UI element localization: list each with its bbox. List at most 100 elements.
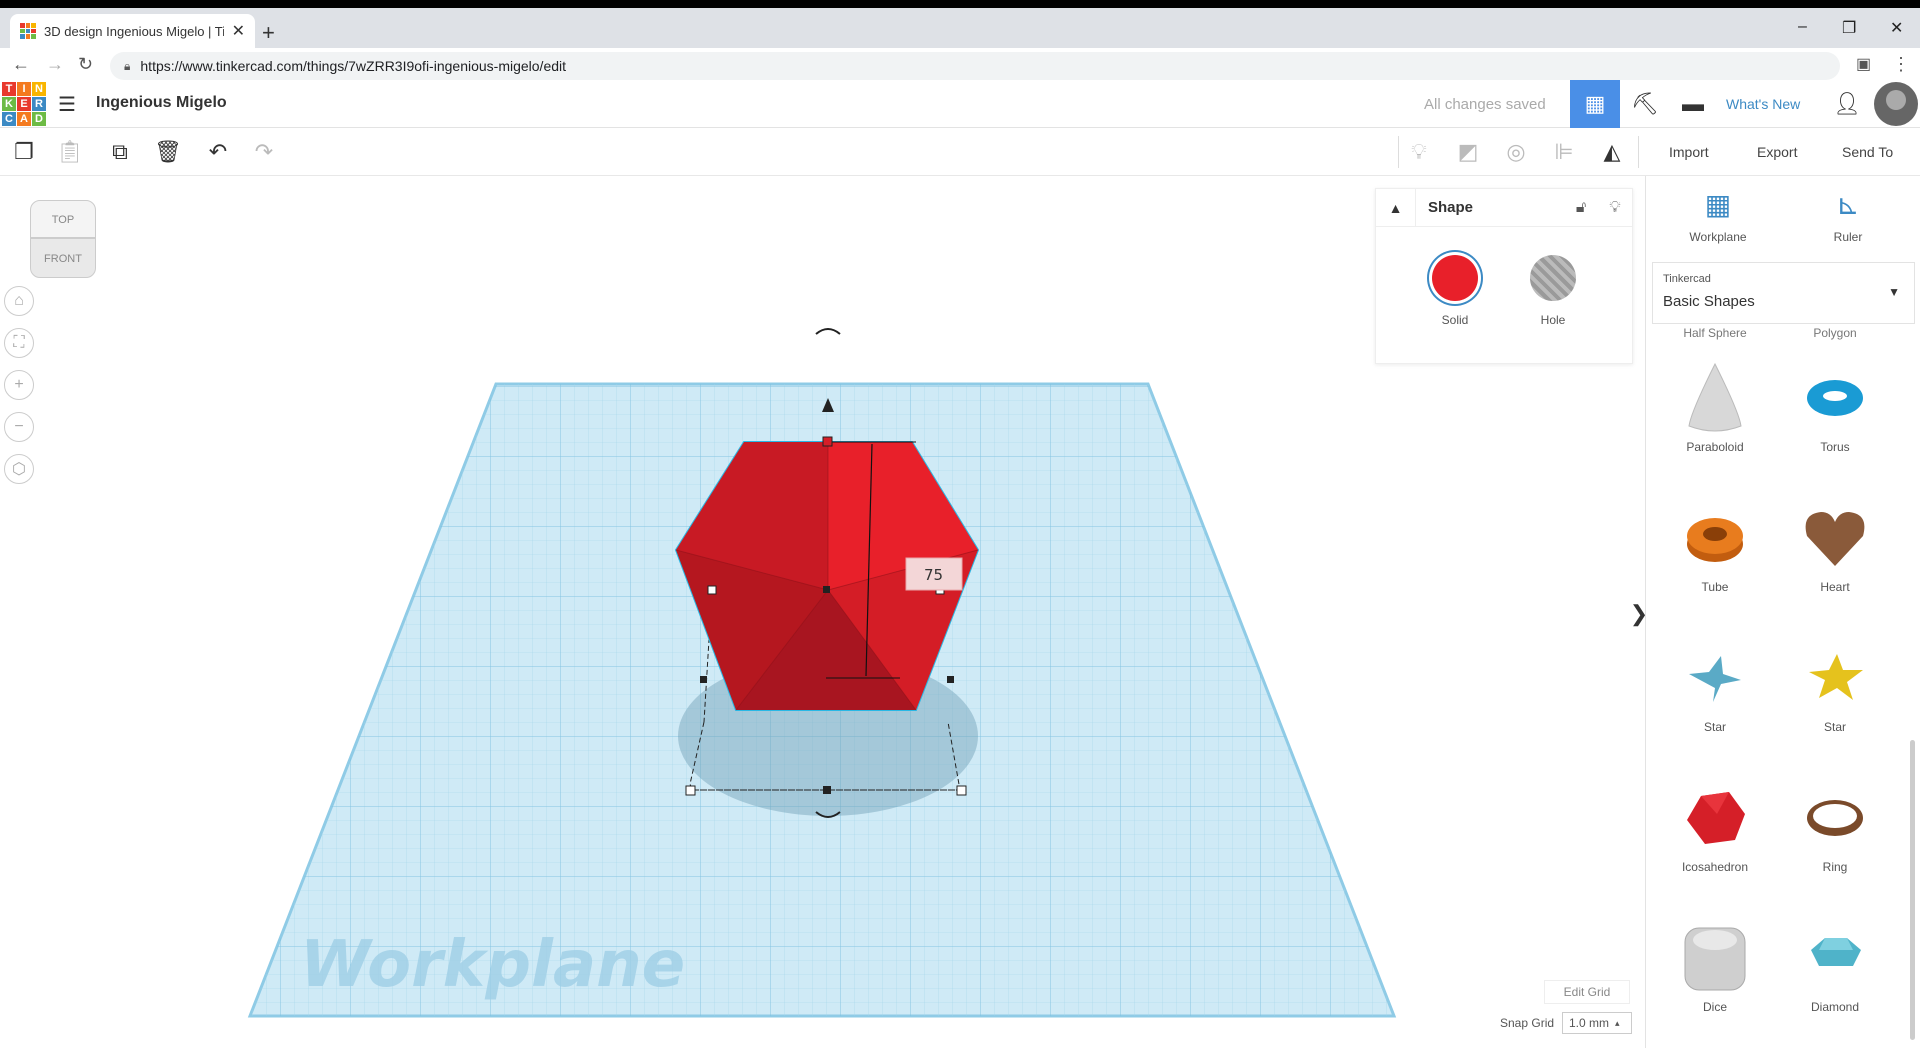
snap-grid-value: 1.0 mm (1569, 1016, 1610, 1030)
3d-view-button[interactable]: ▦ (1570, 80, 1620, 128)
tinkercad-logo[interactable]: T I N K E R C A D (2, 82, 46, 126)
delete-icon[interactable]: 🗑︎ (152, 136, 184, 168)
shape-grid: Half Sphere Polygon Paraboloid Torus Tub… (1646, 326, 1920, 1048)
extension-icon[interactable]: ▣ (1856, 54, 1871, 74)
workplane-icon: ▦ (1704, 189, 1732, 220)
tab-close-icon[interactable]: ✕ (232, 21, 245, 41)
note-icon[interactable]: 💡︎ (1403, 136, 1435, 168)
mirror-icon[interactable]: ◭ (1596, 136, 1628, 168)
workplane-watermark: Workplane (300, 928, 685, 1002)
shape-star-yellow[interactable]: Star (1775, 606, 1895, 746)
bricks-button[interactable]: ▬ (1668, 80, 1718, 128)
shape-icosahedron[interactable]: Icosahedron (1655, 746, 1775, 886)
workplane-tool[interactable]: ▦ Workplane (1668, 188, 1768, 244)
shape-tube[interactable]: Tube (1655, 466, 1775, 606)
design-list-icon[interactable]: ☰ (58, 92, 80, 116)
browser-menu-icon[interactable]: ⋮ (1892, 54, 1910, 75)
tube-icon (1687, 518, 1743, 562)
hole-swatch[interactable] (1530, 255, 1576, 301)
panel-toggle-chevron-icon[interactable]: ❯ (1630, 592, 1648, 636)
shape-label: Heart (1820, 580, 1850, 594)
side-handle-left (700, 676, 707, 683)
align-icon[interactable]: ⊫ (1548, 136, 1580, 168)
star-icon (1809, 654, 1863, 700)
rotate-top-icon (815, 328, 841, 335)
shapes-panel: ▦ Workplane ⊾ Ruler Tinkercad Basic Shap… (1645, 176, 1920, 1048)
logo-letter: T (2, 82, 16, 96)
shape-paraboloid[interactable]: Paraboloid (1655, 326, 1775, 466)
dimension-input-value: 75 (924, 566, 943, 584)
save-status: All changes saved (1424, 96, 1546, 113)
avatar[interactable] (1874, 82, 1918, 126)
forward-arrow-icon[interactable]: → (46, 54, 64, 75)
shape-diamond[interactable]: Diamond (1775, 886, 1895, 1026)
side-handle-right (947, 676, 954, 683)
corner-handle-bl (685, 785, 696, 796)
ring-icon (1807, 800, 1863, 836)
front-handle (823, 786, 831, 794)
browser-tab[interactable]: 3D design Ingenious Migelo | Tin ✕ (10, 14, 255, 48)
screen-top-edge (0, 0, 1920, 8)
workplane-tool-label: Workplane (1689, 230, 1747, 244)
shape-torus[interactable]: Torus (1775, 326, 1895, 466)
snap-grid-label: Snap Grid (1500, 1016, 1555, 1030)
new-tab-button[interactable]: + (262, 20, 275, 46)
design-title[interactable]: Ingenious Migelo (96, 94, 227, 112)
logo-letter: R (32, 97, 46, 111)
library-source: Tinkercad (1663, 273, 1711, 285)
url-field[interactable]: 🔒︎ https://www.tinkercad.com/things/7wZR… (110, 52, 1840, 80)
reload-icon[interactable]: ↻ (78, 54, 93, 75)
edit-grid-button[interactable]: Edit Grid (1544, 980, 1630, 1004)
panel-scrollbar[interactable] (1910, 740, 1915, 1040)
shape-label: Icosahedron (1681, 860, 1749, 874)
left-handle (707, 585, 717, 595)
group-icon[interactable]: ◩ (1452, 136, 1484, 168)
back-arrow-icon[interactable]: ← (12, 54, 30, 75)
toolbar-divider (1398, 136, 1399, 168)
shape-dice[interactable]: Dice (1655, 886, 1775, 1026)
invite-user-button[interactable]: 👤︎ (1822, 80, 1872, 128)
dice-icon (1684, 927, 1746, 991)
tab-title: 3D design Ingenious Migelo | Tin (44, 23, 224, 39)
tinkercad-favicon-icon (20, 23, 36, 39)
ruler-tool[interactable]: ⊾ Ruler (1798, 188, 1898, 244)
app-header: T I N K E R C A D ☰ Ingenious Migelo All… (0, 80, 1920, 128)
center-handle (823, 586, 830, 593)
solid-swatch[interactable] (1432, 255, 1478, 301)
close-window-button[interactable]: ✕ (1890, 18, 1903, 38)
shape-label: Dice (1702, 1000, 1727, 1014)
shape-label: Star (1823, 720, 1846, 734)
send-to-button[interactable]: Send To (1828, 138, 1907, 166)
undo-icon[interactable]: ↶ (202, 136, 234, 168)
caret-up-icon: ▴ (1615, 1017, 1620, 1028)
minimize-button[interactable]: – (1798, 18, 1807, 36)
torus-icon (1807, 380, 1863, 416)
copy-icon[interactable]: ❐ (8, 136, 40, 168)
diamond-icon (1811, 938, 1861, 966)
blocks-button[interactable]: ⛏︎ (1620, 80, 1670, 128)
logo-letter: C (2, 112, 16, 126)
shape-ring[interactable]: Ring (1775, 746, 1895, 886)
corner-handle-br (956, 785, 967, 796)
restore-button[interactable]: ❐ (1842, 18, 1856, 38)
lightbulb-icon[interactable]: 💡︎ (1598, 199, 1632, 217)
ungroup-icon[interactable]: ◎ (1500, 136, 1532, 168)
export-button[interactable]: Export (1743, 138, 1811, 166)
unlock-icon[interactable]: 🔓︎ (1564, 199, 1598, 217)
ruler-tool-label: Ruler (1833, 230, 1863, 244)
import-button[interactable]: Import (1655, 138, 1723, 166)
paste-icon[interactable]: 📋︎ (54, 136, 86, 168)
redo-icon[interactable]: ↷ (248, 136, 280, 168)
shape-library-select[interactable]: Tinkercad Basic Shapes ▼ (1652, 262, 1915, 324)
logo-letter: D (32, 112, 46, 126)
whats-new-link[interactable]: What's New (1726, 96, 1800, 112)
shape-inspector: ▲ Shape 🔓︎ 💡︎ Solid Hole (1375, 188, 1633, 364)
duplicate-icon[interactable]: ⧉ (104, 136, 136, 168)
dropdown-caret-icon: ▼ (1888, 285, 1900, 299)
logo-letter: I (17, 82, 31, 96)
snap-grid-select[interactable]: 1.0 mm ▴ (1562, 1012, 1632, 1034)
collapse-inspector-button[interactable]: ▲ (1376, 188, 1416, 227)
shape-heart[interactable]: Heart (1775, 466, 1895, 606)
shape-star-blue[interactable]: Star (1655, 606, 1775, 746)
heart-icon (1805, 512, 1865, 566)
